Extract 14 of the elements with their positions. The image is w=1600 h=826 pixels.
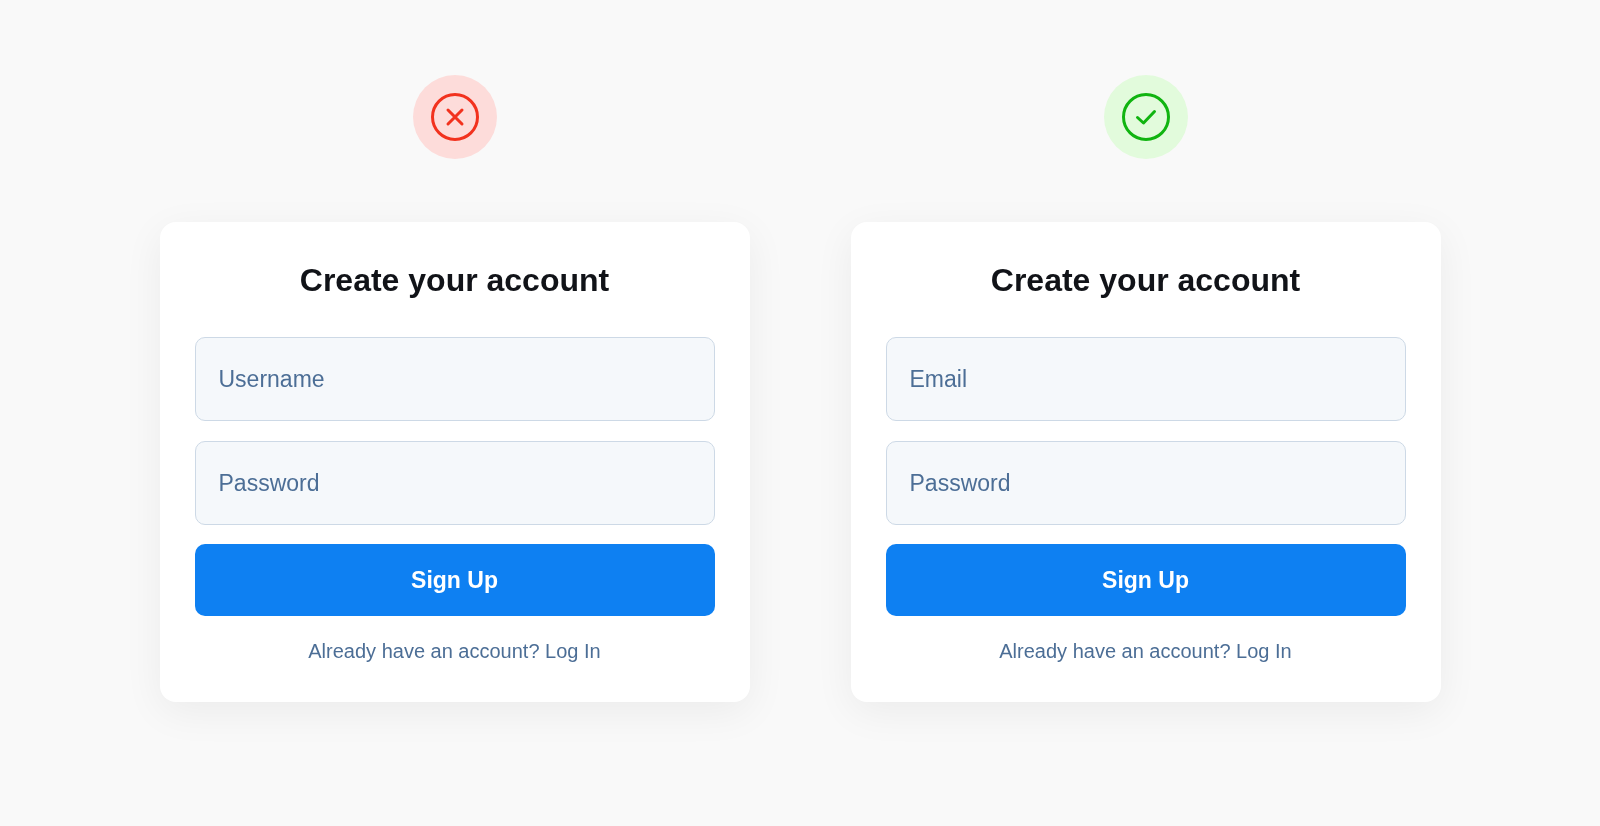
form-title: Create your account xyxy=(989,261,1302,300)
form-title: Create your account xyxy=(298,261,611,300)
login-prompt: Already have an account? Log In xyxy=(998,639,1293,664)
check-circle-icon xyxy=(1103,75,1188,159)
log-in-link[interactable]: Log In xyxy=(545,640,601,662)
sign-up-button[interactable]: Sign Up xyxy=(885,544,1406,616)
input-field[interactable]: Password xyxy=(194,441,715,525)
sign-up-button[interactable]: Sign Up xyxy=(194,544,715,616)
x-circle-icon xyxy=(412,75,497,159)
login-prompt: Already have an account? Log In xyxy=(307,639,602,664)
log-in-link[interactable]: Log In xyxy=(1236,640,1292,662)
input-field[interactable]: Password xyxy=(885,441,1406,525)
input-field[interactable]: Username xyxy=(194,337,715,421)
input-field[interactable]: Email xyxy=(885,337,1406,421)
